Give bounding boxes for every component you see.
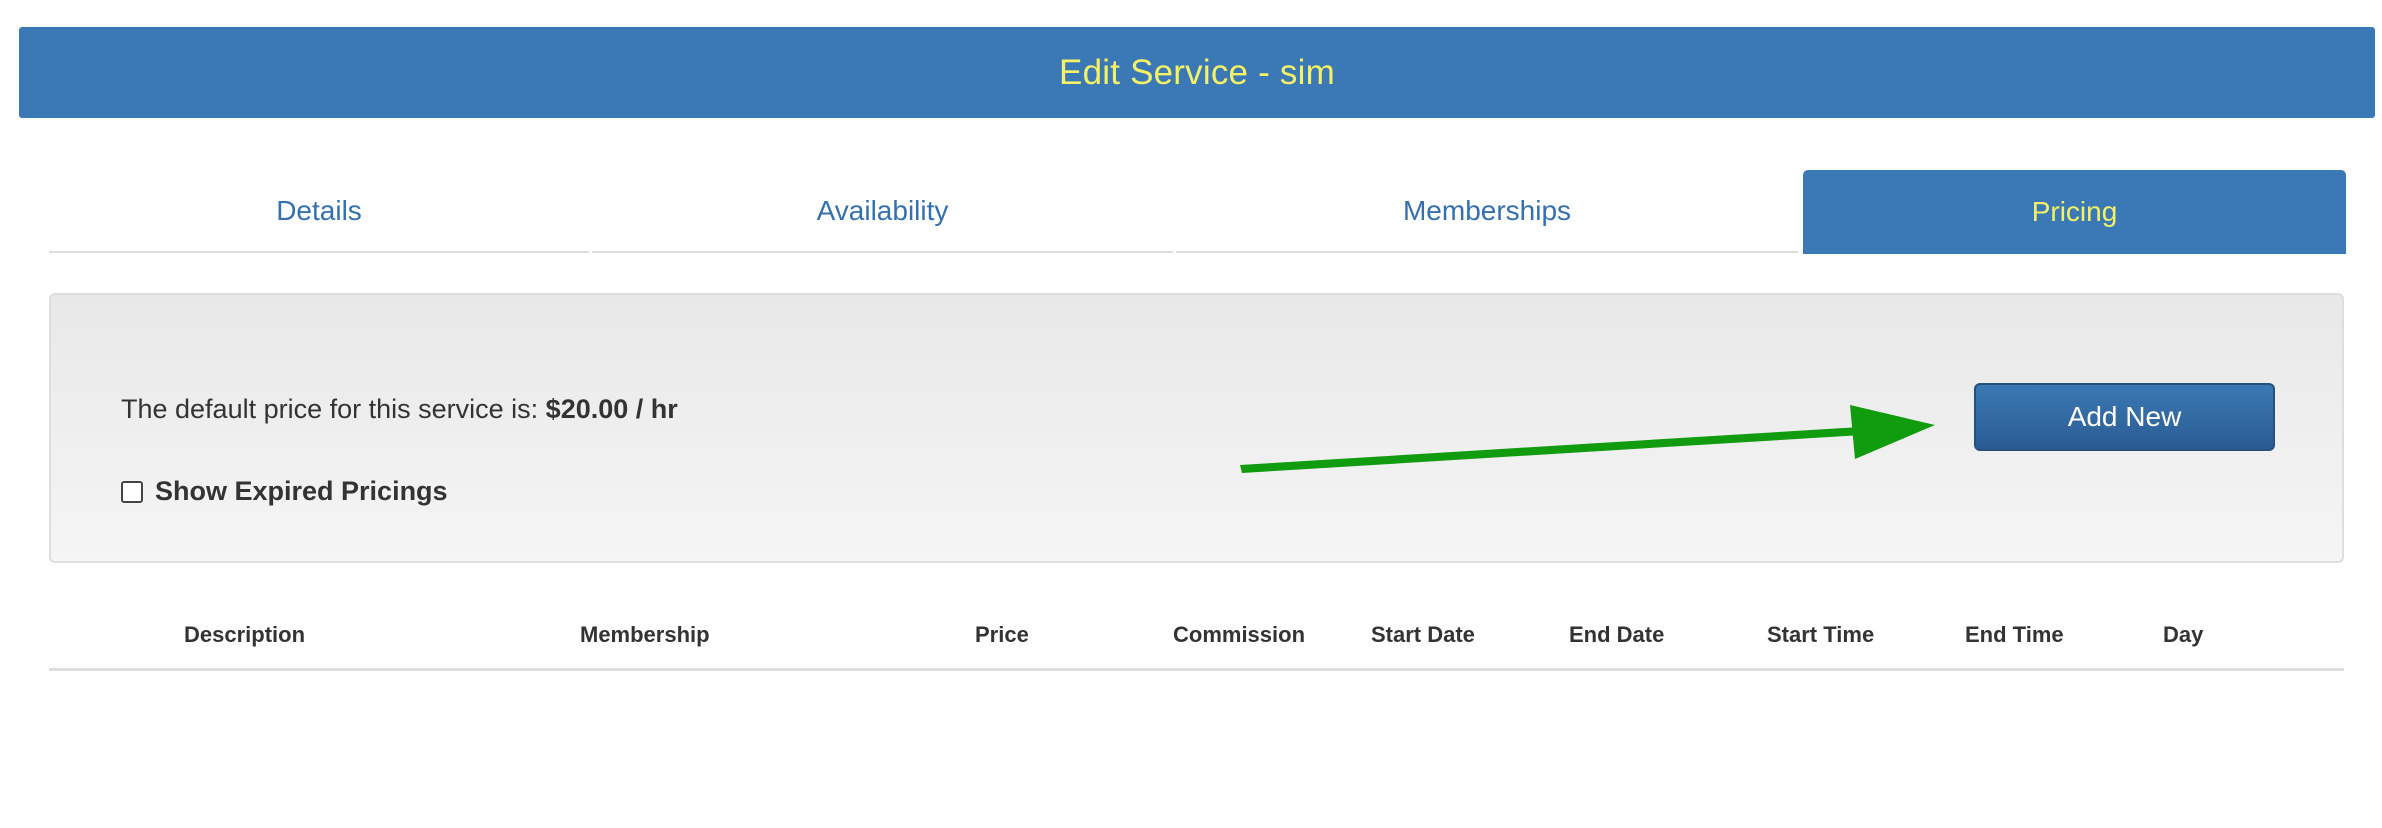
default-price-value: $20.00 / hr: [545, 394, 678, 424]
page-header: Edit Service - sim: [19, 27, 2375, 118]
column-header-end-date[interactable]: End Date: [1569, 622, 1664, 648]
pricing-table-header: Description Membership Price Commission …: [49, 600, 2344, 671]
show-expired-checkbox[interactable]: [121, 480, 143, 503]
arrow-right-icon: [1240, 405, 1935, 473]
column-header-day[interactable]: Day: [2163, 622, 2203, 648]
column-header-membership[interactable]: Membership: [580, 622, 710, 648]
column-header-commission[interactable]: Commission: [1173, 622, 1305, 648]
arrow-shaft: [1240, 427, 1862, 473]
column-header-description[interactable]: Description: [184, 622, 305, 648]
default-price-text: The default price for this service is: $…: [121, 394, 678, 425]
page-title: Edit Service - sim: [1059, 52, 1335, 92]
column-header-end-time[interactable]: End Time: [1965, 622, 2064, 648]
tab-availability[interactable]: Availability: [592, 170, 1173, 253]
column-header-price[interactable]: Price: [975, 622, 1029, 648]
show-expired-label[interactable]: Show Expired Pricings: [155, 476, 448, 507]
arrow-head: [1850, 405, 1935, 459]
default-price-label: The default price for this service is:: [121, 394, 546, 424]
column-header-start-time[interactable]: Start Time: [1767, 622, 1874, 648]
tab-memberships[interactable]: Memberships: [1176, 170, 1798, 253]
tab-bar: Details Availability Memberships Pricing: [49, 170, 2346, 254]
pricing-panel: The default price for this service is: $…: [49, 293, 2344, 563]
tab-details[interactable]: Details: [49, 170, 589, 253]
tab-pricing[interactable]: Pricing: [1803, 170, 2346, 254]
column-header-start-date[interactable]: Start Date: [1371, 622, 1475, 648]
show-expired-row[interactable]: Show Expired Pricings: [121, 476, 448, 507]
add-new-button[interactable]: Add New: [1974, 383, 2275, 451]
